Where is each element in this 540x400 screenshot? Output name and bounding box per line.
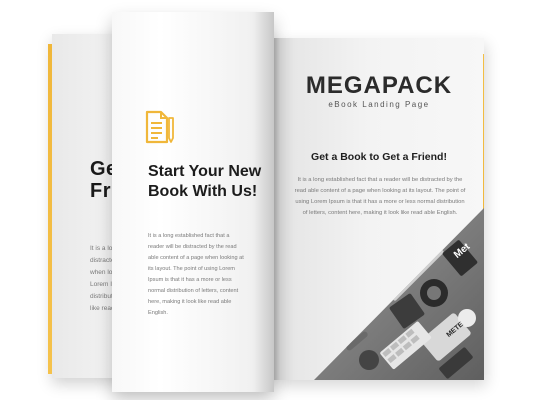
turning-page: Start Your New Book With Us! It is a lon… xyxy=(112,12,274,392)
desk-photo: Met METE xyxy=(314,208,484,380)
page-shade xyxy=(254,12,274,392)
page-edge xyxy=(48,44,52,374)
turning-page-body: It is a long established fact that a rea… xyxy=(148,233,244,316)
right-page: MEGAPACK eBook Landing Page Get a Book t… xyxy=(274,38,484,380)
turning-page-heading: Start Your New Book With Us! xyxy=(148,163,262,200)
document-pencil-icon xyxy=(145,110,174,144)
book-mockup: Get a Frie It is a long distracted when … xyxy=(0,0,540,400)
